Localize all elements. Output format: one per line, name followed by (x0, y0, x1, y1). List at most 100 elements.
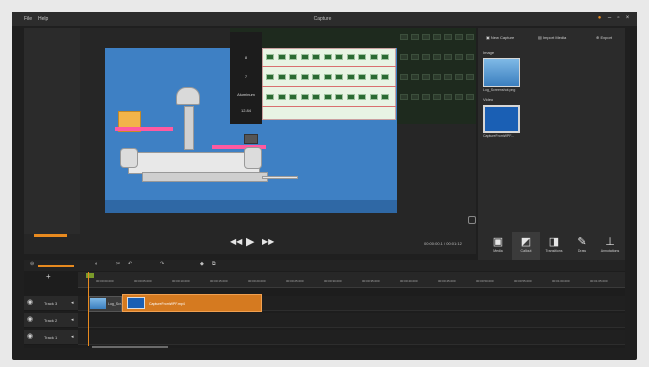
tool-annotations[interactable]: ⊥ Annotations (596, 232, 624, 260)
ruler-tick-label: 00:00:10.000 (172, 279, 190, 283)
close-icon[interactable]: × (624, 15, 631, 22)
video-clip-thumbnail (127, 297, 145, 309)
preview-side-strip (24, 28, 80, 234)
ruler-tick-label: 00:00:25.000 (286, 279, 304, 283)
scale-left-knob (120, 148, 138, 168)
track-lane-2[interactable] (78, 313, 625, 328)
cut-icon[interactable]: ✂ (116, 261, 120, 267)
undo-icon[interactable]: ↶ (128, 261, 132, 267)
scale-base (142, 172, 268, 182)
menu-file[interactable]: File (24, 16, 32, 22)
scale-beam (128, 152, 260, 174)
table-cell (369, 94, 378, 100)
background-cell (400, 74, 408, 80)
background-cell (422, 74, 430, 80)
table-cell (381, 54, 389, 60)
table-cell (335, 54, 343, 60)
background-cell (433, 94, 441, 100)
table-cell (266, 74, 274, 80)
person-icon: ⊥ (605, 236, 615, 248)
lock-icon[interactable]: ◂ (71, 317, 74, 323)
eye-icon[interactable]: ◉ (27, 298, 33, 306)
background-cell (444, 54, 452, 60)
eye-icon[interactable]: ◉ (27, 315, 33, 323)
background-cell (400, 54, 408, 60)
table-cell (300, 54, 309, 60)
tab-new-capture[interactable]: ▣ New Capture (486, 32, 514, 44)
zoom-slider[interactable] (38, 265, 74, 267)
window-title: Capture (313, 16, 332, 22)
menu-help[interactable]: Help (38, 16, 48, 22)
table-cell (369, 74, 378, 80)
table-cell (266, 94, 274, 100)
fast-forward-icon[interactable]: ▶▶ (262, 237, 274, 246)
scale-right-knob (244, 147, 262, 169)
playhead[interactable] (88, 272, 89, 346)
maximize-icon[interactable]: ▫ (615, 15, 622, 22)
table-cell (358, 74, 366, 80)
tool-callout[interactable]: ◩ Callout (512, 232, 540, 260)
background-cell (411, 74, 419, 80)
track-lane-1[interactable] (78, 330, 625, 345)
image-clip-thumbnail (90, 298, 106, 309)
table-cell (289, 94, 297, 100)
callout-icon: ◩ (520, 236, 532, 248)
background-cell (466, 54, 474, 60)
scale-pillar (184, 106, 194, 150)
background-cell (444, 34, 452, 40)
tool-media[interactable]: ▣ Media (484, 232, 512, 260)
video-section-label: Video (483, 97, 494, 102)
ruler-tick-label: 00:00:40.000 (400, 279, 418, 283)
scale-dial (176, 87, 200, 105)
settings-icon[interactable]: ● (596, 15, 603, 22)
left-pan (115, 127, 173, 131)
ruler-tick-label: 00:00:50.000 (476, 279, 494, 283)
minimize-icon[interactable]: – (606, 15, 613, 22)
table-divider (262, 106, 396, 107)
scrub-slider[interactable] (34, 234, 67, 237)
info-name: Aluminum (237, 92, 255, 97)
ruler-tick-label: 00:00:15.000 (210, 279, 228, 283)
track-label: Track 3 (44, 301, 58, 306)
background-cell (411, 34, 419, 40)
table-cell (346, 54, 355, 60)
table-cell (312, 54, 320, 60)
video-thumbnail[interactable] (483, 105, 520, 133)
eye-icon[interactable]: ◉ (27, 332, 33, 340)
copy-icon[interactable]: ⧉ (212, 261, 216, 267)
lock-icon[interactable]: ◂ (71, 300, 74, 306)
timecode-display: 00:00:00.1 / 00:01:12 (424, 241, 462, 246)
ruler-tick-label: 00:00:05.000 (134, 279, 152, 283)
tool-transitions[interactable]: ◨ Transitions (540, 232, 568, 260)
play-icon[interactable]: ▶ (246, 235, 254, 248)
background-cell (433, 54, 441, 60)
background-cell (433, 34, 441, 40)
timeline-ruler[interactable] (78, 272, 625, 288)
tab-import-media[interactable]: ▤ Import Media (538, 32, 566, 44)
table-cell (335, 94, 343, 100)
background-cell (466, 94, 474, 100)
zoom-out-icon[interactable]: ⊖ (30, 261, 34, 267)
redo-icon[interactable]: ↷ (160, 261, 164, 267)
ruler-tick-label: 00:00:35.000 (362, 279, 380, 283)
split-icon[interactable]: ◐ (95, 261, 98, 267)
table-cell (277, 94, 286, 100)
table-cell (323, 74, 332, 80)
timeline-scrollbar[interactable] (92, 346, 168, 348)
table-cell (300, 94, 309, 100)
tool-draw[interactable]: ✎ Draw (568, 232, 596, 260)
background-cell (455, 34, 463, 40)
fullscreen-icon[interactable] (468, 216, 476, 224)
tab-export[interactable]: ⊕ Export (596, 32, 612, 44)
table-cell (289, 54, 297, 60)
table-cell (381, 74, 389, 80)
image-thumbnail[interactable] (483, 58, 520, 87)
rewind-icon[interactable]: ◀◀ (230, 237, 242, 246)
track-label: Track 2 (44, 318, 58, 323)
timeline-toolbar (24, 260, 625, 271)
lock-icon[interactable]: ◂ (71, 334, 74, 340)
add-track-icon[interactable]: + (46, 272, 51, 281)
ruler-tick-label: 00:00:30.000 (324, 279, 342, 283)
media-icon: ▣ (492, 236, 504, 248)
marker-icon[interactable]: ◆ (200, 261, 204, 267)
